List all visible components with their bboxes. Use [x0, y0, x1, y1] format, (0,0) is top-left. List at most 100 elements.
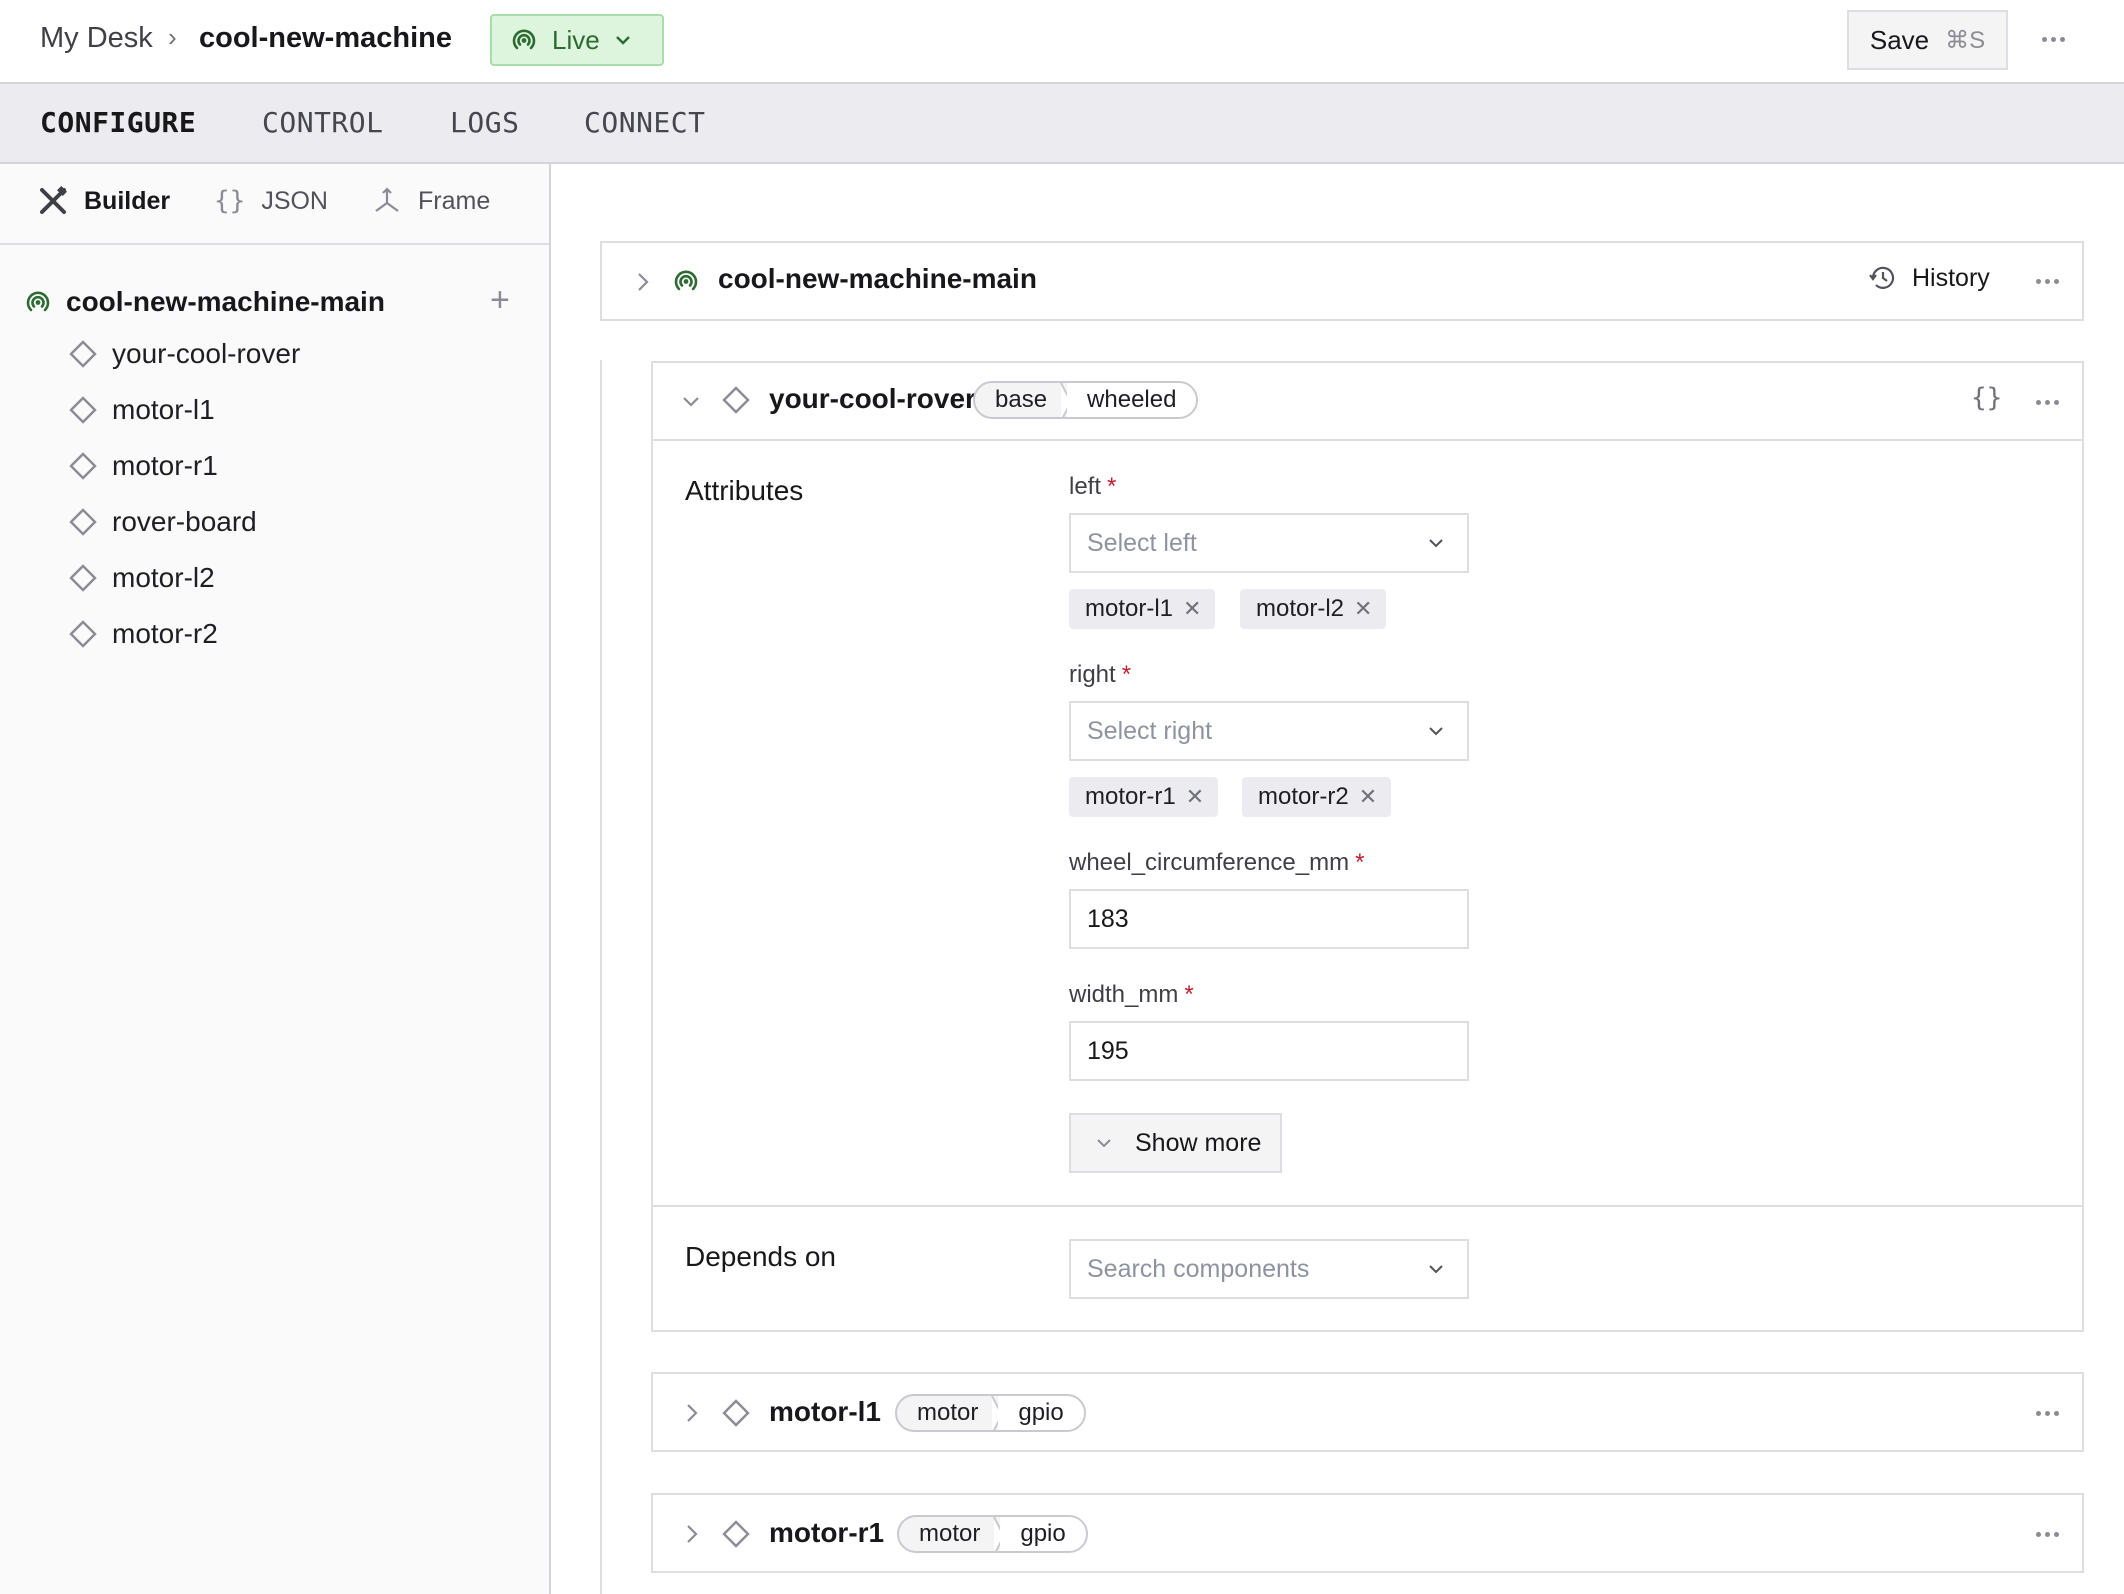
history-label: History — [1912, 263, 1990, 292]
sidebar-item-motor-r2[interactable]: motor-r2 — [68, 614, 218, 654]
tab-connect[interactable]: CONNECT — [584, 106, 706, 139]
component-diamond-icon — [69, 620, 97, 648]
component-diamond-icon — [722, 1399, 750, 1427]
tab-control[interactable]: CONTROL — [262, 106, 384, 139]
sidebar-item-motor-r1[interactable]: motor-r1 — [68, 446, 218, 486]
braces-icon: {} — [214, 186, 246, 216]
tree-root-label: cool-new-machine-main — [66, 286, 385, 317]
remove-chip-icon[interactable]: ✕ — [1183, 596, 1201, 622]
part-card-header[interactable]: cool-new-machine-main History — [602, 243, 2082, 319]
component-type: base — [995, 386, 1048, 413]
component-card-motor-l1: motor-l1 motor gpio — [651, 1372, 2084, 1452]
motor-l1-card-header[interactable]: motor-l1 motor gpio — [653, 1374, 2082, 1450]
save-shortcut: ⌘S — [1945, 26, 1986, 54]
chevron-right-icon[interactable] — [636, 271, 650, 293]
attributes-heading: Attributes — [685, 475, 804, 506]
motor-r1-card-header[interactable]: motor-r1 motor gpio — [653, 1495, 2082, 1571]
part-more-options-icon[interactable] — [2036, 279, 2059, 284]
save-label: Save — [1869, 24, 1930, 55]
component-diamond-icon — [722, 386, 750, 414]
remove-chip-icon[interactable]: ✕ — [1359, 784, 1377, 810]
component-diamond-icon — [69, 452, 97, 480]
left-chip-motor-l2: motor-l2 ✕ — [1240, 589, 1387, 629]
tree-guide-line — [600, 360, 602, 1594]
tab-configure[interactable]: CONFIGURE — [40, 106, 196, 139]
chevron-down-icon — [1429, 1265, 1443, 1274]
show-more-label: Show more — [1135, 1128, 1262, 1157]
sidebar-item-rover-board[interactable]: rover-board — [68, 502, 257, 542]
field-label-right: right * — [1069, 661, 1131, 689]
left-select[interactable]: Select left — [1069, 513, 1469, 573]
remove-chip-icon[interactable]: ✕ — [1186, 784, 1204, 810]
part-card: cool-new-machine-main History — [600, 241, 2084, 321]
sidebar-item-motor-l2[interactable]: motor-l2 — [68, 558, 215, 598]
right-chip-motor-r1: motor-r1 ✕ — [1069, 777, 1219, 817]
sidebar-item-label: motor-l1 — [112, 394, 215, 425]
show-more-button[interactable]: Show more — [1069, 1113, 1282, 1173]
component-model: gpio — [998, 1396, 1084, 1430]
chevron-right-icon[interactable] — [685, 1523, 699, 1545]
wheel-circumference-input[interactable] — [1069, 889, 1469, 949]
live-signal-icon — [674, 270, 698, 291]
sidebar-item-label: rover-board — [112, 506, 257, 537]
chevron-down-icon — [1429, 727, 1443, 736]
sidebar-subtabs: Builder {} JSON Frame — [0, 164, 549, 245]
component-type-badge: motor gpio — [897, 1515, 1088, 1553]
field-label-width: width_mm * — [1069, 981, 1194, 1009]
left-select-placeholder: Select left — [1087, 528, 1197, 557]
live-signal-icon — [512, 29, 536, 50]
motor-l1-card-title: motor-l1 — [769, 1396, 881, 1427]
add-component-icon[interactable]: + — [490, 280, 510, 320]
motor-r1-card-title: motor-r1 — [769, 1517, 885, 1548]
remove-chip-icon[interactable]: ✕ — [1354, 596, 1372, 622]
component-type: motor — [919, 1520, 981, 1547]
axes-icon — [375, 187, 399, 212]
tab-logs[interactable]: LOGS — [450, 106, 519, 139]
field-label-wheel-circumference: wheel_circumference_mm * — [1069, 849, 1364, 877]
subtab-frame[interactable]: Frame — [372, 186, 490, 216]
field-label-left: left * — [1069, 473, 1116, 501]
subtab-json[interactable]: {} JSON — [214, 186, 328, 216]
tree-root-part[interactable]: cool-new-machine-main — [24, 282, 524, 322]
required-marker: * — [1184, 981, 1194, 1008]
chevron-right-icon[interactable] — [685, 1402, 699, 1424]
json-view-icon[interactable]: {} — [1971, 383, 2002, 413]
width-input[interactable] — [1069, 1021, 1469, 1081]
motor-r1-more-options-icon[interactable] — [2036, 1532, 2059, 1537]
live-signal-icon — [26, 291, 50, 312]
subtab-frame-label: Frame — [418, 186, 491, 215]
chip-label: motor-l2 — [1256, 595, 1345, 622]
depends-on-select[interactable]: Search components — [1069, 1239, 1469, 1299]
sidebar-item-your-cool-rover[interactable]: your-cool-rover — [68, 334, 300, 374]
subtab-builder[interactable]: Builder — [38, 186, 170, 216]
breadcrumb-root[interactable]: My Desk — [40, 22, 153, 55]
chevron-down-icon — [1429, 539, 1443, 548]
sidebar-item-motor-l1[interactable]: motor-l1 — [68, 390, 215, 430]
status-dropdown[interactable]: Live — [490, 14, 664, 66]
depends-on-heading: Depends on — [685, 1241, 837, 1272]
component-diamond-icon — [69, 340, 97, 368]
sidebar: Builder {} JSON Frame cool-new-machine-m… — [0, 164, 551, 1594]
rover-card-header[interactable]: your-cool-rover base wheeled {} — [653, 363, 2082, 441]
subtab-builder-label: Builder — [84, 186, 171, 215]
right-select[interactable]: Select right — [1069, 701, 1469, 761]
component-card-your-cool-rover: your-cool-rover base wheeled {} Attribut… — [651, 361, 2084, 1332]
history-icon — [1869, 266, 1895, 289]
required-marker: * — [1121, 661, 1132, 688]
required-marker: * — [1355, 849, 1365, 876]
component-diamond-icon — [69, 396, 97, 424]
sidebar-item-label: motor-r2 — [112, 618, 218, 649]
field-label-text: left — [1069, 473, 1102, 500]
more-options-icon[interactable] — [2042, 37, 2065, 42]
history-button[interactable]: History — [1868, 263, 1990, 293]
breadcrumb-current: cool-new-machine — [199, 22, 452, 54]
field-label-text: width_mm — [1069, 981, 1179, 1008]
rover-more-options-icon[interactable] — [2036, 400, 2059, 405]
component-model: gpio — [1000, 1517, 1086, 1551]
component-card-motor-r1: motor-r1 motor gpio — [651, 1493, 2084, 1573]
component-diamond-icon — [69, 564, 97, 592]
chevron-down-icon[interactable] — [681, 395, 701, 409]
save-button[interactable]: Save ⌘S — [1847, 10, 2008, 70]
breadcrumb-separator-icon: › — [168, 22, 177, 52]
motor-l1-more-options-icon[interactable] — [2036, 1411, 2059, 1416]
